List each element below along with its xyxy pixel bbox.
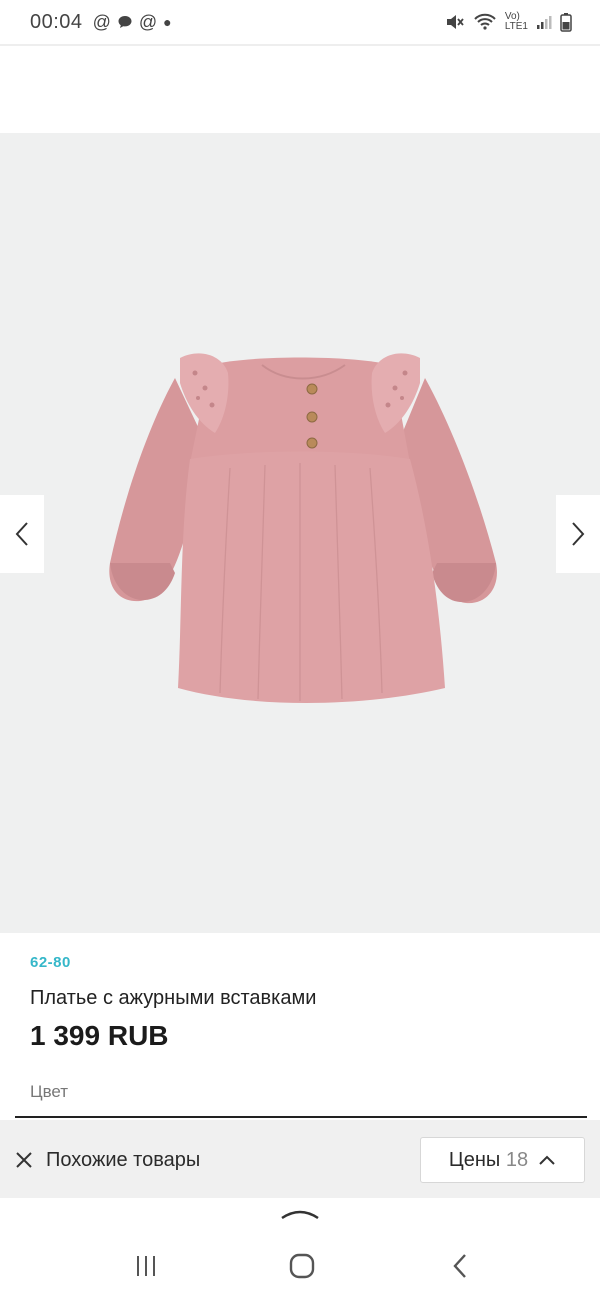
size-range: 62-80 (30, 954, 71, 971)
status-icons-right: Vo) LTE1 (445, 0, 572, 44)
back-icon (453, 1254, 466, 1278)
product-title: Платье с ажурными вставками (30, 987, 317, 1009)
drawer-handle-icon[interactable] (280, 1206, 320, 1222)
chat-bubble-icon (118, 16, 132, 28)
signal-icon (537, 16, 552, 29)
gallery-prev-button[interactable] (0, 495, 44, 573)
status-time: 00:04 (30, 10, 83, 33)
battery-icon (560, 13, 572, 32)
at-sign-icon: @ (92, 11, 111, 32)
product-image (109, 353, 497, 703)
similar-products-button[interactable]: Похожие товары (14, 1146, 200, 1174)
close-icon[interactable] (14, 1150, 34, 1170)
color-selector-label[interactable]: Цвет (30, 1082, 68, 1102)
dot-icon: ● (163, 14, 172, 30)
prices-count: 18 (505, 1148, 529, 1171)
prices-button[interactable]: Цены 18 (420, 1137, 585, 1183)
color-selector-underline (15, 1116, 587, 1118)
price-comparison-panel: Похожие товары Цены 18 (0, 1120, 600, 1198)
status-bar: 00:04 @ @ ● Vo) LTE1 (0, 0, 600, 44)
home-button[interactable] (282, 1248, 322, 1284)
product-gallery[interactable] (0, 133, 600, 933)
chevron-left-icon (15, 522, 28, 546)
back-button[interactable] (440, 1248, 480, 1284)
recent-apps-button[interactable] (126, 1248, 166, 1284)
chevron-right-icon (572, 522, 585, 546)
chevron-up-icon (539, 1155, 555, 1165)
similar-products-label: Похожие товары (46, 1148, 201, 1171)
at-sign-icon: @ (138, 11, 158, 32)
recent-apps-icon (137, 1256, 155, 1276)
wifi-icon (474, 13, 496, 30)
network-type-label: Vo) LTE1 (504, 11, 528, 32)
gallery-next-button[interactable] (556, 495, 600, 573)
notification-icons: @ @ ● (93, 12, 172, 33)
product-price: 1 399 RUB (30, 1020, 169, 1051)
status-divider (0, 44, 600, 46)
mute-icon (446, 15, 464, 29)
system-nav-bar (0, 1230, 600, 1298)
prices-label: Цены 18 (448, 1148, 529, 1171)
home-icon (289, 1253, 315, 1279)
